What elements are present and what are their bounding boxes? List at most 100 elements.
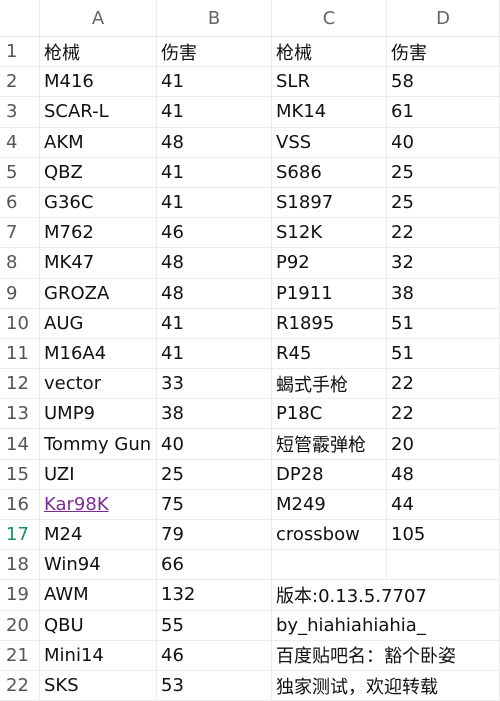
cell-d[interactable]: 51 — [387, 338, 500, 369]
cell-b[interactable]: 48 — [157, 127, 272, 157]
cell-d[interactable] — [387, 550, 500, 580]
row-number[interactable]: 3 — [0, 97, 40, 127]
cell-b[interactable]: 41 — [157, 338, 272, 369]
cell-c[interactable]: S1897 — [272, 187, 387, 218]
column-header-b[interactable]: B — [157, 0, 272, 36]
cell-a[interactable]: QBZ — [40, 157, 157, 187]
cell-c[interactable]: R1895 — [272, 308, 387, 338]
row-number[interactable]: 6 — [0, 187, 40, 218]
cell-c[interactable]: P92 — [272, 248, 387, 278]
row-number[interactable]: 15 — [0, 459, 40, 489]
row-number[interactable]: 16 — [0, 489, 40, 519]
cell-c[interactable]: MK14 — [272, 97, 387, 127]
row-number[interactable]: 11 — [0, 338, 40, 369]
row-number[interactable]: 7 — [0, 218, 40, 248]
row-number[interactable]: 17 — [0, 520, 40, 550]
cell-a[interactable]: Mini14 — [40, 640, 157, 670]
cell-d[interactable]: 105 — [387, 520, 500, 550]
cell-c[interactable]: R45 — [272, 338, 387, 369]
cell-c[interactable]: 百度贴吧名：豁个卧姿 — [272, 640, 500, 670]
cell-b[interactable]: 41 — [157, 67, 272, 97]
column-header-d[interactable]: D — [387, 0, 500, 36]
row-number[interactable]: 14 — [0, 429, 40, 459]
cell-a[interactable]: UMP9 — [40, 399, 157, 429]
row-number[interactable]: 19 — [0, 580, 40, 610]
cell-c[interactable] — [272, 550, 387, 580]
cell-b[interactable]: 46 — [157, 640, 272, 670]
cell-a[interactable]: Kar98K — [40, 489, 157, 519]
cell-a[interactable]: M16A4 — [40, 338, 157, 369]
cell-a[interactable]: M416 — [40, 67, 157, 97]
cell-c[interactable]: S686 — [272, 157, 387, 187]
cell-a[interactable]: UZI — [40, 459, 157, 489]
cell-c[interactable]: 枪械 — [272, 37, 387, 67]
cell-b[interactable]: 40 — [157, 429, 272, 459]
cell-a[interactable]: AWM — [40, 580, 157, 610]
cell-c[interactable]: 独家测试，欢迎转载 — [272, 670, 500, 701]
cell-d[interactable]: 58 — [387, 67, 500, 97]
cell-b[interactable]: 79 — [157, 520, 272, 550]
row-number[interactable]: 18 — [0, 550, 40, 580]
cell-c[interactable]: 版本:0.13.5.7707 — [272, 580, 500, 610]
cell-d[interactable]: 38 — [387, 278, 500, 308]
cell-c[interactable]: M249 — [272, 489, 387, 519]
cell-d[interactable]: 25 — [387, 187, 500, 218]
cell-d[interactable]: 22 — [387, 218, 500, 248]
corner-cell[interactable] — [0, 0, 40, 36]
cell-d[interactable]: 22 — [387, 399, 500, 429]
cell-d[interactable]: 40 — [387, 127, 500, 157]
row-number[interactable]: 4 — [0, 127, 40, 157]
cell-b[interactable]: 48 — [157, 248, 272, 278]
cell-b[interactable]: 25 — [157, 459, 272, 489]
cell-b[interactable]: 33 — [157, 369, 272, 399]
cell-c[interactable]: P1911 — [272, 278, 387, 308]
row-number[interactable]: 2 — [0, 67, 40, 97]
cell-b[interactable]: 38 — [157, 399, 272, 429]
cell-d[interactable]: 22 — [387, 369, 500, 399]
cell-c[interactable]: 蝎式手枪 — [272, 369, 387, 399]
row-number[interactable]: 20 — [0, 610, 40, 640]
row-number[interactable]: 22 — [0, 670, 40, 701]
row-number[interactable]: 13 — [0, 399, 40, 429]
cell-c[interactable]: crossbow — [272, 520, 387, 550]
cell-b[interactable]: 53 — [157, 670, 272, 701]
cell-c[interactable]: P18C — [272, 399, 387, 429]
column-header-c[interactable]: C — [272, 0, 387, 36]
cell-a[interactable]: vector — [40, 369, 157, 399]
cell-a[interactable]: Win94 — [40, 550, 157, 580]
cell-d[interactable]: 20 — [387, 429, 500, 459]
cell-c[interactable]: DP28 — [272, 459, 387, 489]
cell-d[interactable]: 44 — [387, 489, 500, 519]
cell-c[interactable]: 短管霰弹枪 — [272, 429, 387, 459]
cell-d[interactable]: 25 — [387, 157, 500, 187]
row-number[interactable]: 9 — [0, 278, 40, 308]
cell-a[interactable]: G36C — [40, 187, 157, 218]
cell-b[interactable]: 41 — [157, 97, 272, 127]
row-number[interactable]: 5 — [0, 157, 40, 187]
cell-c[interactable]: VSS — [272, 127, 387, 157]
cell-a[interactable]: M762 — [40, 218, 157, 248]
cell-b[interactable]: 41 — [157, 187, 272, 218]
cell-a[interactable]: GROZA — [40, 278, 157, 308]
cell-a[interactable]: AUG — [40, 308, 157, 338]
cell-b[interactable]: 41 — [157, 308, 272, 338]
cell-a[interactable]: M24 — [40, 520, 157, 550]
cell-b[interactable]: 132 — [157, 580, 272, 610]
row-number[interactable]: 10 — [0, 308, 40, 338]
cell-a[interactable]: MK47 — [40, 248, 157, 278]
row-number[interactable]: 1 — [0, 37, 40, 67]
cell-a[interactable]: Tommy Gun — [40, 429, 157, 459]
cell-b[interactable]: 75 — [157, 489, 272, 519]
row-number[interactable]: 12 — [0, 369, 40, 399]
cell-c[interactable]: by_hiahiahiahia_ — [272, 610, 500, 640]
cell-b[interactable]: 55 — [157, 610, 272, 640]
column-header-a[interactable]: A — [40, 0, 157, 36]
cell-b[interactable]: 48 — [157, 278, 272, 308]
cell-c[interactable]: S12K — [272, 218, 387, 248]
cell-a[interactable]: SKS — [40, 670, 157, 701]
cell-a[interactable]: SCAR-L — [40, 97, 157, 127]
cell-d[interactable]: 32 — [387, 248, 500, 278]
cell-a[interactable]: AKM — [40, 127, 157, 157]
row-number[interactable]: 8 — [0, 248, 40, 278]
cell-d[interactable]: 51 — [387, 308, 500, 338]
